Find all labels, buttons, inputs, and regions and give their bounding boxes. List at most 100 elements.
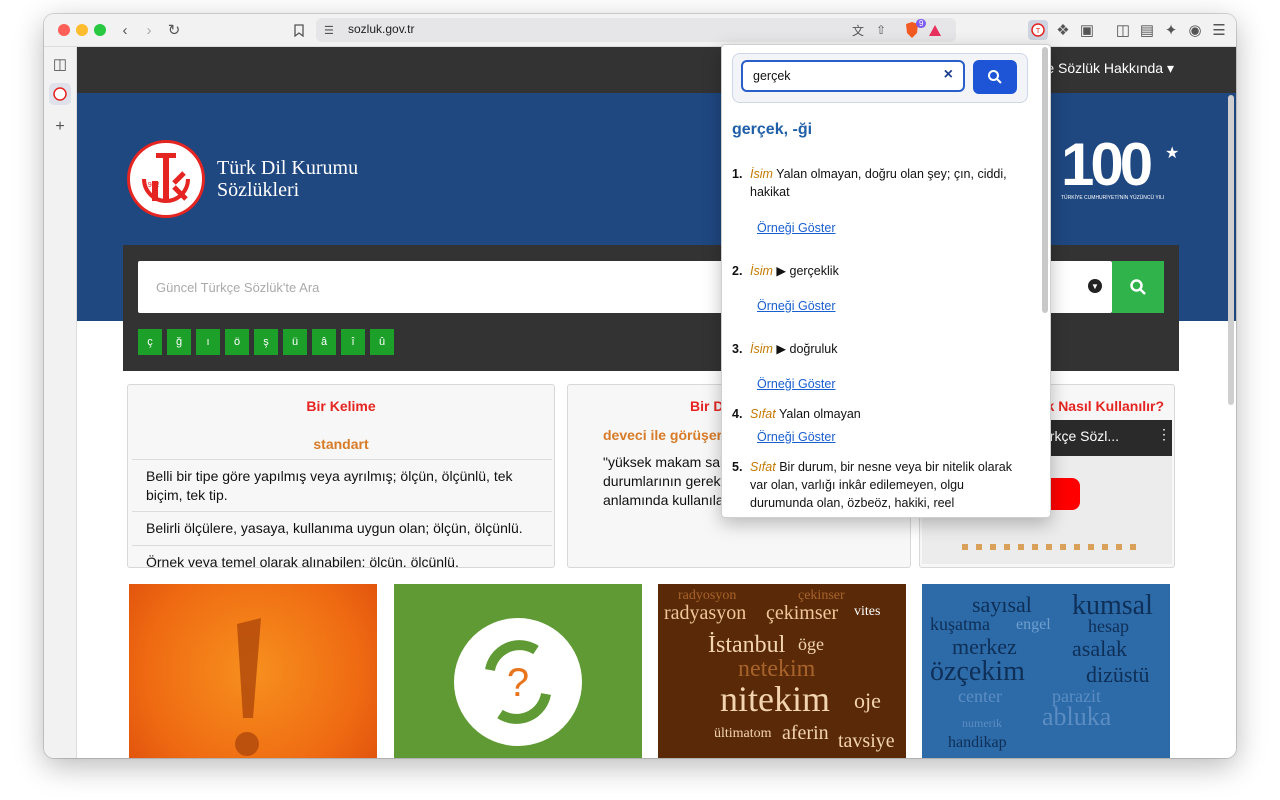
minimize-window-button[interactable] <box>76 24 88 36</box>
video-decor <box>962 544 1142 550</box>
cloud-word: engel <box>1016 616 1051 633</box>
centennial-number: 100 <box>1061 131 1153 198</box>
search-placeholder: Güncel Türkçe Sözlük'te Ara <box>156 280 320 295</box>
sidebar-toggle-icon[interactable]: ◫ <box>1114 20 1132 40</box>
extensions-icon[interactable]: ❖ <box>1054 20 1072 40</box>
brave-rewards-icon[interactable] <box>928 20 942 40</box>
menu-icon[interactable]: ☰ <box>1210 20 1228 40</box>
definition-number: 3. <box>732 342 743 356</box>
key-dotless-i[interactable]: ı <box>196 329 220 355</box>
reader-icon[interactable]: ▣ <box>1078 20 1096 40</box>
definition-number: 1. <box>732 167 743 181</box>
cloud-word: handikap <box>948 734 1007 751</box>
cloud-word: hesap <box>1088 616 1129 636</box>
tdk-extension-icon[interactable]: T <box>1028 20 1048 40</box>
bookmark-icon[interactable] <box>290 20 308 40</box>
tdk-logo[interactable]: 1932 <box>127 140 205 218</box>
sidebar-tdk-icon[interactable] <box>49 83 71 105</box>
cloud-word: tavsiye <box>838 730 895 752</box>
logo-year: 1932 <box>144 182 160 189</box>
key-o-umlaut[interactable]: ö <box>225 329 249 355</box>
vpn-icon[interactable]: ◉ <box>1186 20 1204 40</box>
exclamation-icon <box>235 618 261 756</box>
site-title-line1: Türk Dil Kurumu <box>217 157 359 179</box>
page-scrollbar[interactable] <box>1228 95 1234 405</box>
cloud-word: nitekim <box>720 679 830 719</box>
show-example-link[interactable]: Örneği Göster <box>757 221 836 235</box>
key-u-umlaut[interactable]: ü <box>283 329 307 355</box>
search-icon <box>1130 279 1146 295</box>
share-icon[interactable]: ⇧ <box>876 20 886 40</box>
definition-number: 5. <box>732 460 743 474</box>
cloud-word: oje <box>854 688 881 713</box>
tile-question[interactable]: ? <box>394 584 642 758</box>
forward-icon[interactable]: › <box>140 20 158 40</box>
centennial-caption: TÜRKİYE CUMHURİYETİ'NİN YÜZÜNCÜ YILI <box>1061 195 1165 201</box>
show-example-link[interactable]: Örneği Göster <box>757 377 836 391</box>
cloud-word: radyasyon <box>664 602 747 624</box>
site-settings-icon[interactable]: ☰ <box>324 20 334 40</box>
cloud-word: çekimser <box>766 602 839 624</box>
svg-text:?: ? <box>507 661 529 705</box>
divider <box>132 511 552 512</box>
search-button[interactable] <box>1112 261 1164 313</box>
translate-icon[interactable]: 文 <box>852 20 864 40</box>
definition-text: ▶ gerçeklik <box>776 264 839 278</box>
idiom-line-3: anlamında kullanılan <box>603 492 732 508</box>
definition-3: Örnek veya temel olarak alınabilen; ölçü… <box>146 554 459 568</box>
key-s-cedilla[interactable]: ş <box>254 329 278 355</box>
cloud-word: ültimatom <box>714 726 772 741</box>
popup-search-input[interactable]: gerçek × <box>741 60 965 92</box>
key-a-circumflex[interactable]: â <box>312 329 336 355</box>
tile-word-cloud-blue[interactable]: sayısal kumsal kuşatma engel hesap merke… <box>922 584 1170 758</box>
definition-tag: İsim <box>750 342 773 356</box>
shield-badge: 9 <box>916 19 927 28</box>
cloud-word: vites <box>854 604 881 619</box>
definition-2: Belirli ölçülere, yasaya, kullanıma uygu… <box>146 520 523 536</box>
word-of-day[interactable]: standart <box>128 436 554 452</box>
idiom-line-1: "yüksek makam sah <box>603 454 728 470</box>
idiom-line-2: durumlarının gerekti <box>603 473 728 489</box>
video-more-icon[interactable]: ⋮ <box>1157 426 1171 443</box>
browser-window: ‹ › ↻ ☰ sozluk.gov.tr 文 ⇧ 9 T ❖ ▣ ◫ ▤ ✦ … <box>44 14 1236 758</box>
cloud-word: center <box>958 686 1002 706</box>
close-window-button[interactable] <box>58 24 70 36</box>
popup-scrollbar[interactable] <box>1042 47 1048 313</box>
web-page: Güncel Türkçe Sözlük Hakkında ▾ 1932 Tür… <box>77 47 1236 758</box>
key-u-circumflex[interactable]: û <box>370 329 394 355</box>
sidebar-panel-icon[interactable]: ◫ <box>51 54 69 74</box>
card-title: Bir Kelime <box>306 398 376 414</box>
add-panel-icon[interactable]: + <box>51 117 69 137</box>
zoom-window-button[interactable] <box>94 24 106 36</box>
back-icon[interactable]: ‹ <box>116 20 134 40</box>
address-bar[interactable]: ☰ sozluk.gov.tr 文 ⇧ 9 <box>316 18 956 42</box>
reload-icon[interactable]: ↻ <box>164 20 184 40</box>
tile-word-cloud-brown[interactable]: radyosyon çekinser radyasyon çekimser vi… <box>658 584 906 758</box>
definition-1: Belli bir tipe göre yapılmış veya ayrılm… <box>146 468 513 503</box>
browser-sidebar: ◫ + <box>44 47 77 758</box>
show-example-link[interactable]: Örneği Göster <box>757 299 836 313</box>
cloud-word: aferin <box>782 722 829 744</box>
clear-icon[interactable]: × <box>944 66 953 84</box>
show-example-link[interactable]: Örneği Göster <box>757 430 836 444</box>
wallet-icon[interactable]: ▤ <box>1138 20 1156 40</box>
cloud-word: İstanbul <box>708 632 786 658</box>
divider <box>132 459 552 460</box>
idiom-phrase[interactable]: deveci ile görüşer <box>603 427 722 443</box>
cloud-word: özçekim <box>930 656 1025 687</box>
cloud-word: kuşatma <box>930 614 990 634</box>
key-c-cedilla[interactable]: ç <box>138 329 162 355</box>
site-title[interactable]: Türk Dil Kurumu Sözlükleri <box>217 157 358 201</box>
cloud-word: numerik <box>962 716 1002 730</box>
key-g-breve[interactable]: ğ <box>167 329 191 355</box>
top-navigation: Güncel Türkçe Sözlük Hakkında ▾ <box>77 47 1236 93</box>
centennial-logo: 100 TÜRKİYE CUMHURİYETİ'NİN YÜZÜNCÜ YILI… <box>1061 135 1181 205</box>
tile-exclamation[interactable] <box>129 584 377 758</box>
leo-ai-icon[interactable]: ✦ <box>1162 20 1180 40</box>
url-text: sozluk.gov.tr <box>348 22 415 36</box>
cloud-word: asalak <box>1072 636 1127 661</box>
popup-search-button[interactable] <box>973 60 1017 94</box>
tdk-extension-popup: gerçek × gerçek, -ği 1. İsim Yalan olmay… <box>721 44 1051 518</box>
dropdown-chevron-icon[interactable]: ▼ <box>1088 279 1102 293</box>
key-i-circumflex[interactable]: î <box>341 329 365 355</box>
